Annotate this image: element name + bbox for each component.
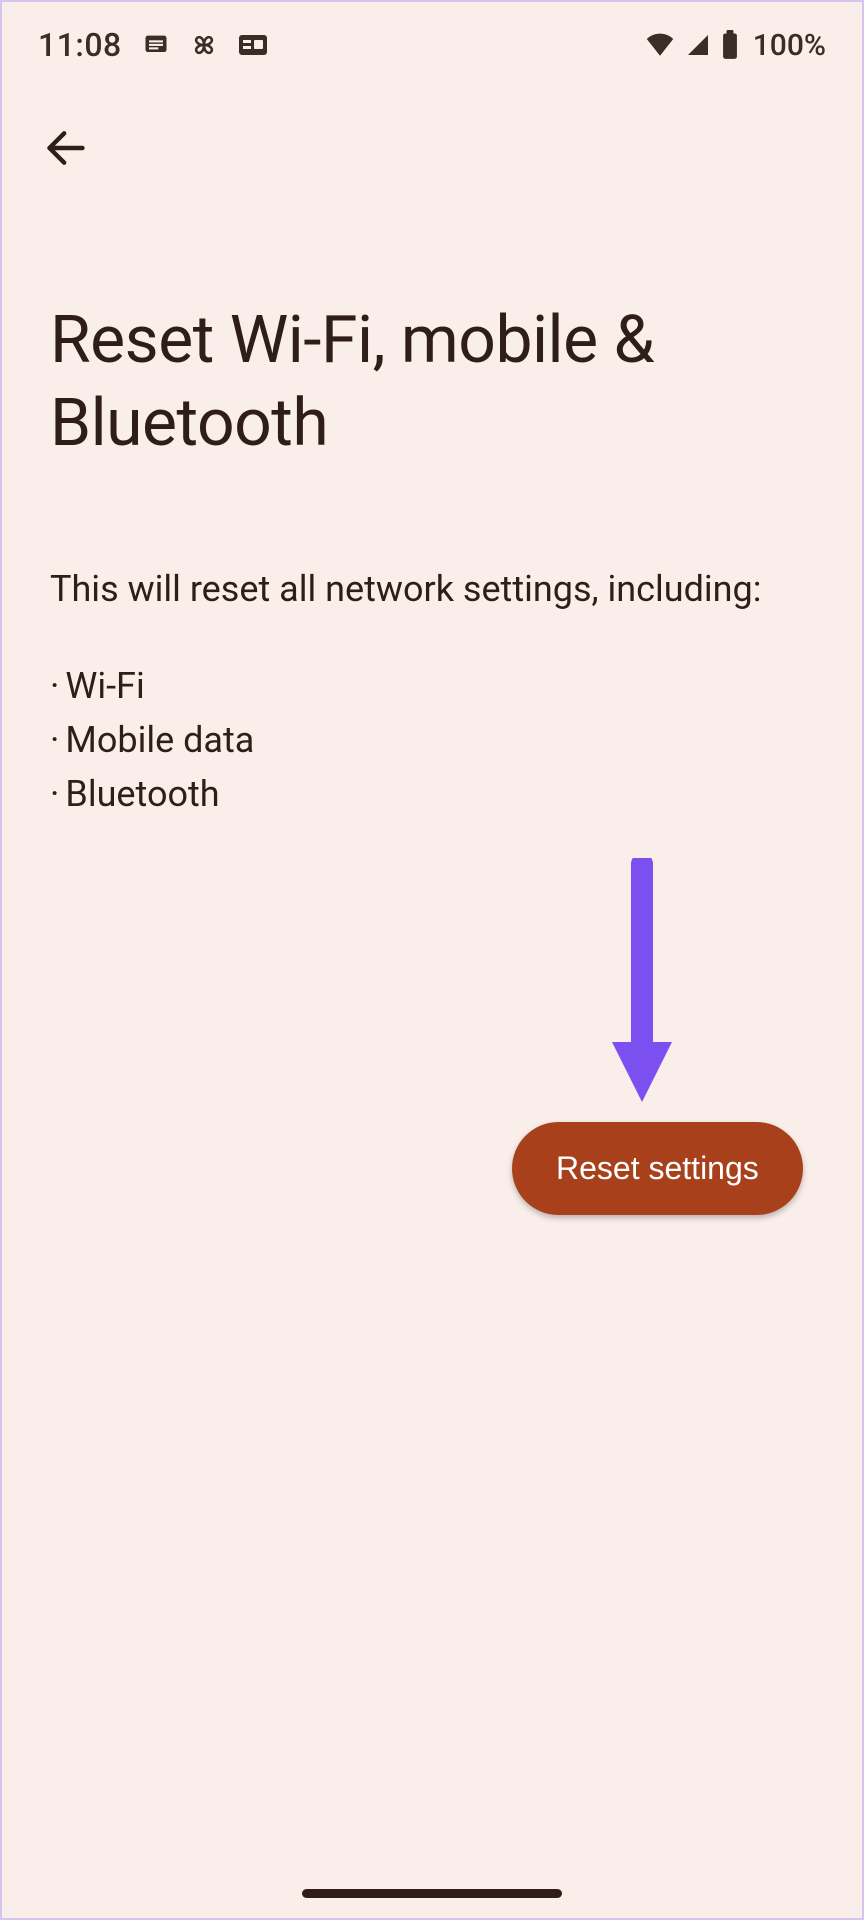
messages-icon	[142, 31, 170, 59]
pinwheel-icon	[190, 31, 218, 59]
status-time: 11:08	[38, 26, 122, 64]
list-item: ·Bluetooth	[50, 767, 814, 821]
list-item-label: Bluetooth	[65, 767, 219, 821]
cellular-signal-icon	[685, 33, 711, 57]
battery-percentage: 100%	[753, 28, 826, 63]
battery-icon	[721, 30, 739, 60]
list-item: ·Wi-Fi	[50, 659, 814, 713]
status-bar-left: 11:08	[38, 26, 268, 64]
status-bar-right: 100%	[645, 28, 826, 63]
page-description: This will reset all network settings, in…	[50, 563, 814, 615]
status-bar: 11:08 100%	[2, 2, 862, 76]
reset-settings-button[interactable]: Reset settings	[512, 1122, 803, 1215]
main-content: Reset Wi-Fi, mobile & Bluetooth This wil…	[2, 180, 862, 821]
arrow-left-icon	[44, 126, 88, 170]
navigation-handle[interactable]	[302, 1889, 562, 1898]
list-item-label: Wi-Fi	[65, 659, 144, 713]
bullet-list: ·Wi-Fi ·Mobile data ·Bluetooth	[50, 659, 814, 821]
back-button[interactable]	[34, 116, 98, 180]
list-item-label: Mobile data	[65, 713, 254, 767]
news-icon	[238, 33, 268, 57]
app-bar	[2, 76, 862, 180]
page-title: Reset Wi-Fi, mobile & Bluetooth	[50, 300, 814, 465]
list-item: ·Mobile data	[50, 713, 814, 767]
annotation-arrow-icon	[602, 858, 682, 1108]
wifi-icon	[645, 33, 675, 57]
